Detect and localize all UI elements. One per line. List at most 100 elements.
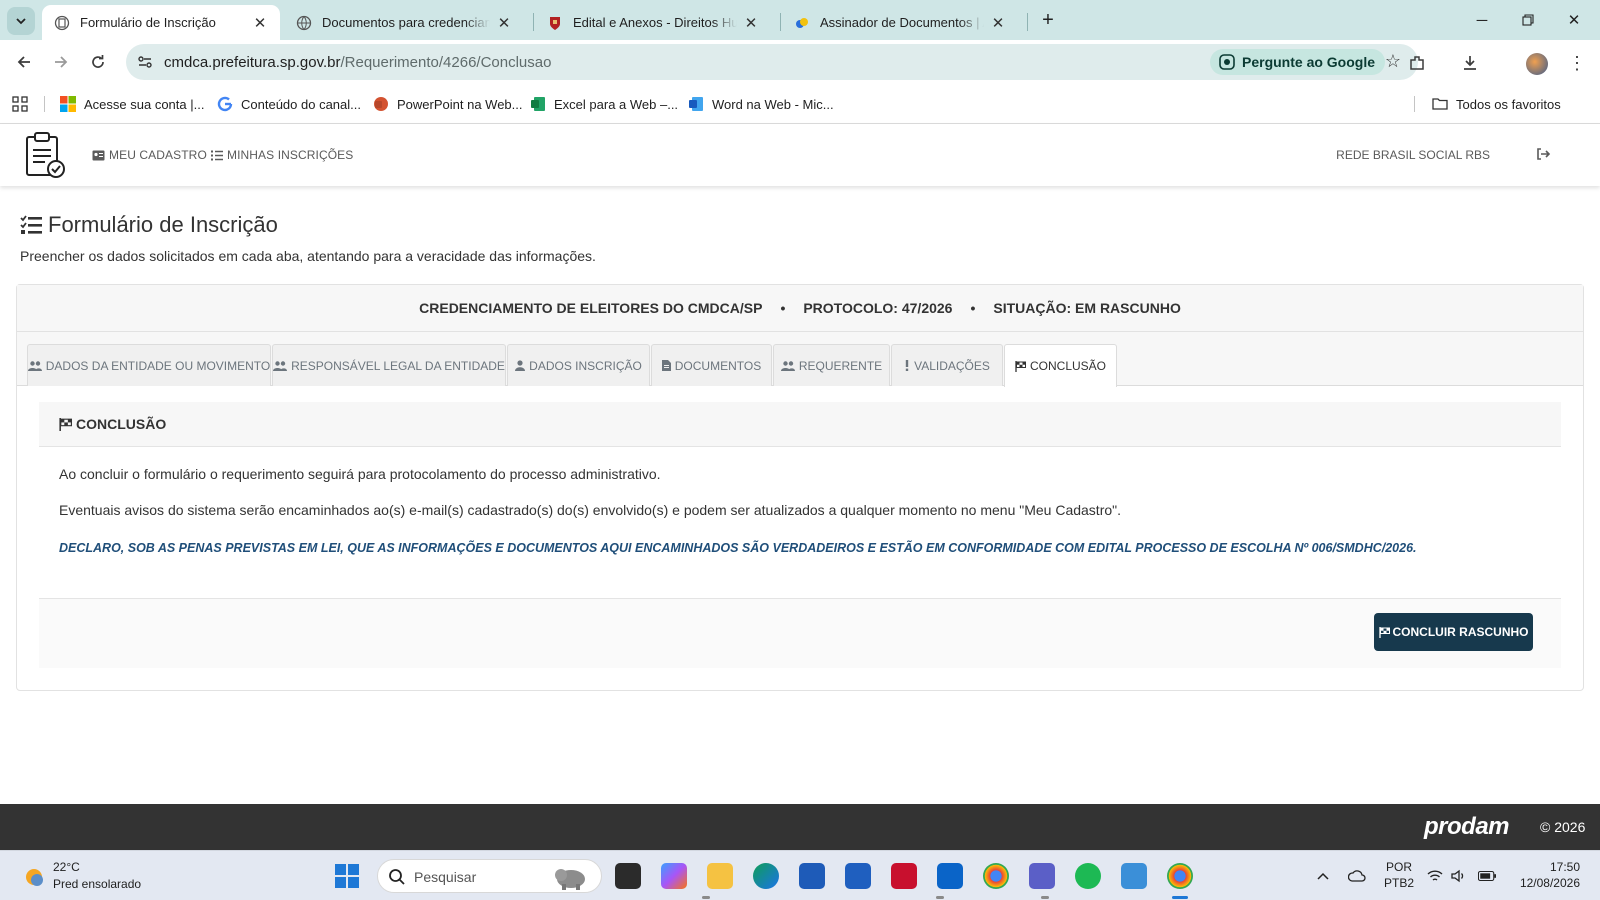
tab-responsavel-legal[interactable]: RESPONSÁVEL LEGAL DA ENTIDADE <box>272 344 506 386</box>
bookmark-microsoft[interactable]: Acesse sua conta |... <box>60 94 204 114</box>
bookmark-powerpoint[interactable]: PowerPoint na Web... <box>373 94 523 114</box>
tab-label: CONCLUSÃO <box>1029 359 1106 373</box>
onedrive-icon[interactable] <box>1348 867 1366 885</box>
conclusion-heading-text: CONCLUSÃO <box>76 416 167 432</box>
bookmark-separator <box>1414 96 1415 112</box>
tab-validacoes[interactable]: VALIDAÇÕES <box>891 344 1003 386</box>
mcafee-icon[interactable] <box>891 863 917 889</box>
user-name[interactable]: REDE BRASIL SOCIAL RBS <box>1336 148 1490 162</box>
active-indicator <box>1172 896 1188 899</box>
running-indicator <box>936 896 944 899</box>
tab-dados-entidade[interactable]: DADOS DA ENTIDADE OU MOVIMENTO <box>27 344 271 386</box>
header-separator: • <box>780 300 786 316</box>
all-bookmarks-label: Todos os favoritos <box>1456 96 1561 112</box>
tab-title: Documentos para credenciamento <box>322 15 490 30</box>
battery-icon[interactable] <box>1478 867 1496 885</box>
prodam-logo: prodam <box>1424 813 1510 840</box>
more-menu-icon[interactable]: ⋮ <box>1566 52 1588 74</box>
url-path: /Requerimento/4266/Conclusao <box>340 54 552 71</box>
microsoft-icon <box>60 96 76 112</box>
tab-dados-inscricao[interactable]: DADOS INSCRIÇÃO <box>507 344 650 386</box>
extensions-icon[interactable] <box>1406 52 1428 74</box>
nav-minhas-inscricoes[interactable]: MINHAS INSCRIÇÕES <box>211 148 353 162</box>
tab-documentos[interactable]: DOCUMENTOS <box>651 344 772 386</box>
bookmark-excel[interactable]: Excel para a Web –... <box>530 94 678 114</box>
bookmark-word[interactable]: Word na Web - Mic... <box>688 94 834 114</box>
close-tab-icon[interactable]: ✕ <box>990 15 1006 32</box>
bookmark-label: Excel para a Web –... <box>554 96 679 112</box>
chrome-icon[interactable] <box>983 863 1009 889</box>
bookmark-label: PowerPoint na Web... <box>397 96 523 112</box>
language-line-1: POR <box>1386 860 1413 874</box>
language-line-2: PTB2 <box>1384 876 1415 890</box>
chevron-up-icon[interactable] <box>1314 867 1332 885</box>
restore-button[interactable] <box>1516 8 1540 32</box>
outlook-icon[interactable] <box>937 863 963 889</box>
cube-app-icon[interactable] <box>845 863 871 889</box>
reload-button[interactable] <box>84 48 112 76</box>
taskbar-search[interactable]: Pesquisar <box>377 859 602 893</box>
close-window-button[interactable]: ✕ <box>1562 8 1586 32</box>
form-tabs: DADOS DA ENTIDADE OU MOVIMENTO RESPONSÁV… <box>17 332 1583 387</box>
ask-google-button[interactable]: Pergunte ao Google <box>1210 49 1386 75</box>
close-tab-icon[interactable]: ✕ <box>743 15 759 32</box>
address-bar[interactable]: cmdca.prefeitura.sp.gov.br/Requerimento/… <box>126 44 1418 80</box>
forward-button[interactable] <box>47 48 75 76</box>
conclude-draft-button[interactable]: CONCLUIR RASCUNHO <box>1374 613 1533 651</box>
copilot-icon[interactable] <box>661 863 687 889</box>
microsoft-store-icon[interactable] <box>799 863 825 889</box>
close-tab-icon[interactable]: ✕ <box>496 15 512 32</box>
declaration-text: DECLARO, SOB AS PENAS PREVISTAS EM LEI, … <box>59 541 1417 555</box>
tab-conclusao[interactable]: CONCLUSÃO <box>1004 344 1117 387</box>
bookmark-label: Acesse sua conta |... <box>84 96 205 112</box>
close-tab-icon[interactable]: ✕ <box>252 15 268 32</box>
chrome-profile-icon[interactable] <box>1167 863 1193 889</box>
conclusion-paragraph-1: Ao concluir o formulário o requerimento … <box>59 466 661 482</box>
download-icon[interactable] <box>1459 52 1481 74</box>
chevron-down-icon <box>16 18 26 25</box>
all-bookmarks-button[interactable]: Todos os favoritos <box>1432 94 1561 114</box>
wifi-icon[interactable] <box>1426 867 1444 885</box>
new-tab-button[interactable]: + <box>1036 8 1060 32</box>
bookmarks-bar: Acesse sua conta |... Conteúdo do canal.… <box>0 84 1600 124</box>
apps-grid-icon[interactable] <box>12 94 28 114</box>
back-button[interactable] <box>10 48 38 76</box>
windows-start-icon[interactable] <box>335 864 359 888</box>
conclusion-paragraph-2: Eventuais avisos do sistema serão encami… <box>59 502 1122 518</box>
clipboard-check-logo[interactable] <box>24 130 68 180</box>
volume-icon[interactable] <box>1450 867 1468 885</box>
weather-sun-icon[interactable] <box>22 865 46 889</box>
system-clock[interactable]: 17:50 12/08/2026 <box>1520 859 1580 891</box>
profile-avatar[interactable] <box>1526 53 1548 75</box>
language-indicator[interactable]: POR PTB2 <box>1384 859 1414 891</box>
tab-search-button[interactable] <box>7 7 35 35</box>
browser-toolbar: cmdca.prefeitura.sp.gov.br/Requerimento/… <box>0 40 1600 84</box>
arrow-right-icon <box>55 56 68 68</box>
conclusion-body: Ao concluir o formulário o requerimento … <box>39 447 1561 599</box>
flag-checkered-icon <box>1015 360 1026 372</box>
search-placeholder: Pesquisar <box>414 869 477 885</box>
weather-description[interactable]: Pred ensolarado <box>53 877 141 891</box>
bookmark-google[interactable]: Conteúdo do canal... <box>217 94 361 114</box>
tab-requerente[interactable]: REQUERENTE <box>773 344 890 386</box>
weather-temperature[interactable]: 22°C <box>53 860 80 874</box>
running-indicator <box>1041 896 1049 899</box>
browser-tab-formulario[interactable]: Formulário de Inscrição ✕ <box>42 5 280 40</box>
browser-tab-edital[interactable]: Edital e Anexos - Direitos Humanos ✕ <box>535 5 771 40</box>
remote-desktop-icon[interactable] <box>1121 863 1147 889</box>
browser-tab-documentos[interactable]: Documentos para credenciamento ✕ <box>284 5 524 40</box>
nav-meu-cadastro[interactable]: MEU CADASTRO <box>92 148 207 162</box>
spotify-icon[interactable] <box>1075 863 1101 889</box>
task-view-icon[interactable] <box>615 863 641 889</box>
logout-icon[interactable] <box>1535 146 1551 162</box>
site-settings-icon[interactable] <box>136 53 154 71</box>
bookmark-star-icon[interactable]: ☆ <box>1382 51 1404 73</box>
teams-icon[interactable] <box>1029 863 1055 889</box>
powerpoint-icon <box>374 97 388 111</box>
user-icon <box>515 360 526 371</box>
url-text[interactable]: cmdca.prefeitura.sp.gov.br/Requerimento/… <box>164 54 551 71</box>
browser-tab-assinador[interactable]: Assinador de Documentos | Assinatura ✕ <box>782 5 1018 40</box>
minimize-button[interactable]: ─ <box>1470 8 1494 32</box>
edge-icon[interactable] <box>753 863 779 889</box>
file-explorer-icon[interactable] <box>707 863 733 889</box>
